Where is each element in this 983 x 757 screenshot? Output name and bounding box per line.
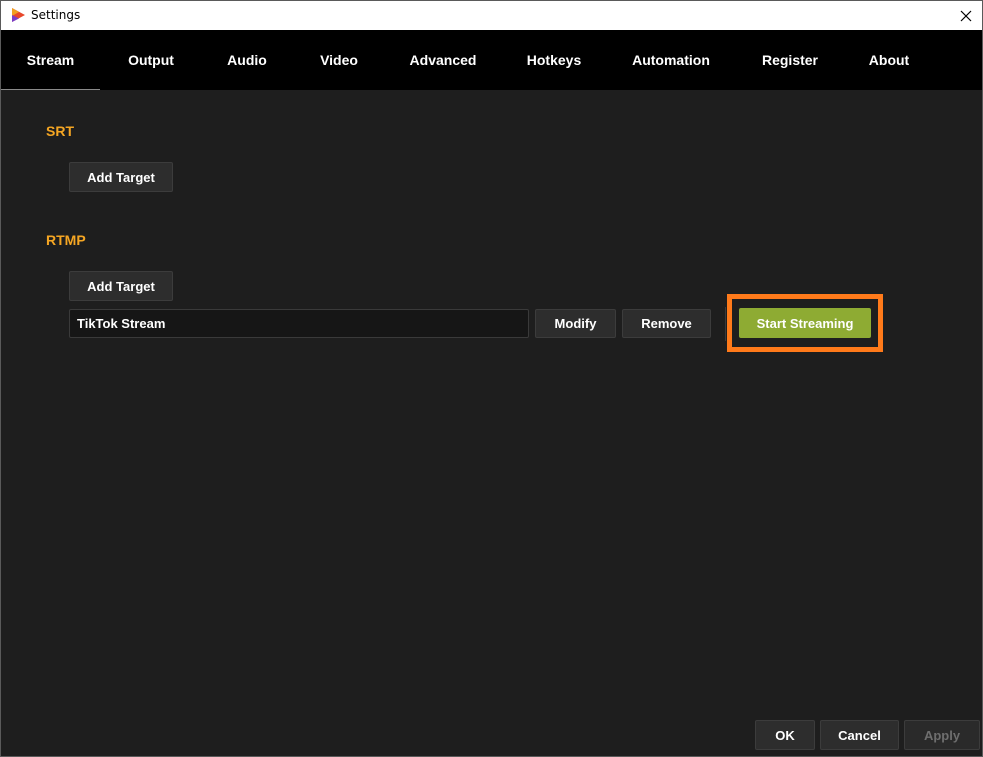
settings-window: Settings Stream Output Audio Video Advan… [0, 0, 983, 757]
tab-video[interactable]: Video [299, 30, 379, 90]
start-streaming-button[interactable]: Start Streaming [739, 308, 871, 338]
remove-button[interactable]: Remove [622, 309, 711, 338]
tab-output[interactable]: Output [105, 30, 197, 90]
srt-section-title: SRT [46, 123, 74, 139]
tab-audio[interactable]: Audio [207, 30, 287, 90]
tab-advanced[interactable]: Advanced [397, 30, 489, 90]
tab-bar: Stream Output Audio Video Advanced Hotke… [1, 30, 982, 90]
tab-automation[interactable]: Automation [623, 30, 719, 90]
tab-stream[interactable]: Stream [1, 30, 100, 90]
rtmp-add-target-button[interactable]: Add Target [69, 271, 173, 301]
close-icon[interactable] [956, 6, 976, 26]
cancel-button[interactable]: Cancel [820, 720, 899, 750]
ok-button[interactable]: OK [755, 720, 815, 750]
tab-register[interactable]: Register [750, 30, 830, 90]
rtmp-target-name[interactable]: TikTok Stream [69, 309, 529, 338]
apply-button[interactable]: Apply [904, 720, 980, 750]
separator [725, 307, 726, 341]
rtmp-section-title: RTMP [46, 232, 86, 248]
tab-hotkeys[interactable]: Hotkeys [514, 30, 594, 90]
app-logo-icon [12, 8, 25, 22]
srt-add-target-button[interactable]: Add Target [69, 162, 173, 192]
modify-button[interactable]: Modify [535, 309, 616, 338]
window-title: Settings [31, 8, 81, 22]
tab-about[interactable]: About [853, 30, 925, 90]
title-bar: Settings [1, 1, 982, 30]
